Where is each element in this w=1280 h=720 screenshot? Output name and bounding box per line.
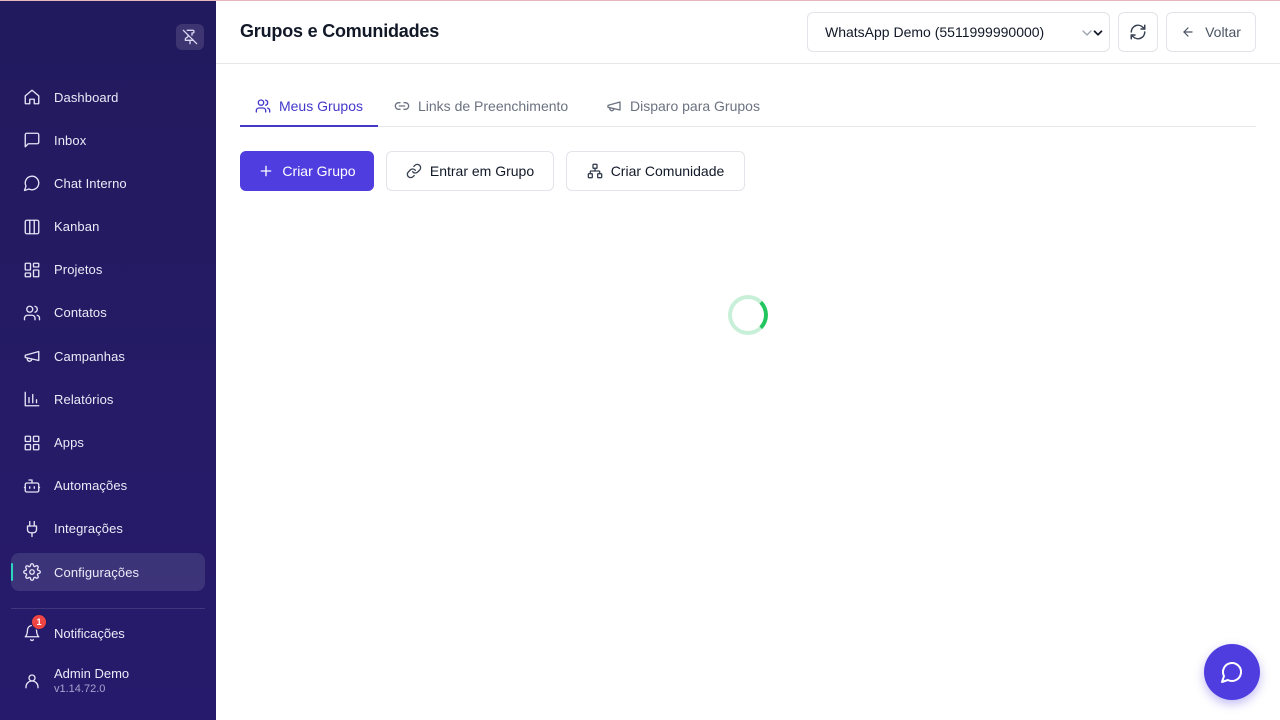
tab-label: Meus Grupos [278,98,364,114]
bot-icon [23,477,41,495]
tab-disparo-para-grupos[interactable]: Disparo para Grupos [606,86,760,126]
join-group-label: Entrar em Grupo [429,163,535,179]
create-community-label: Criar Comunidade [610,163,725,179]
pin-off-icon [182,29,198,45]
create-group-label: Criar Grupo [282,163,356,179]
sidebar-item-label: Chat Interno [54,175,127,191]
bar-chart-icon [23,390,41,408]
sidebar-item-label: Inbox [54,132,87,148]
layout-dashboard-icon [23,261,41,279]
sidebar-item-label: Contatos [54,305,107,321]
plus-icon [258,163,274,179]
page-title: Grupos e Comunidades [240,21,440,41]
grid-icon [23,434,41,452]
refresh-button[interactable] [1118,12,1158,52]
sidebar-item-label: Kanban [54,219,100,235]
sidebar-item-contatos[interactable]: Contatos [11,294,205,332]
loading-spinner [728,295,768,335]
link-icon [394,98,410,114]
refresh-icon [1130,24,1146,40]
user-icon [23,672,41,690]
sidebar-item-label: Projetos [54,262,103,278]
sidebar-item-inbox[interactable]: Inbox [11,121,205,159]
join-group-button[interactable]: Entrar em Grupo [386,151,554,191]
sidebar-item-label: Dashboard [54,89,119,105]
instance-select[interactable]: WhatsApp Demo (5511999990000) [807,12,1110,52]
megaphone-icon [23,347,41,365]
sidebar-item-label: Integrações [54,521,124,537]
page-header: Grupos e Comunidades WhatsApp Demo (5511… [216,0,1280,64]
network-icon [587,163,603,179]
top-border [0,0,1280,1]
tab-links-de-preenchimento[interactable]: Links de Preenchimento [394,86,568,126]
back-button[interactable]: Voltar [1166,12,1256,52]
users-icon [255,98,271,114]
notification-count-badge: 1 [31,614,47,630]
sidebar-item-configuracoes[interactable]: Configurações [11,553,205,592]
create-community-button[interactable]: Criar Comunidade [566,151,745,191]
sidebar-item-notificacoes[interactable]: 1 Notificações [11,614,205,652]
sidebar-item-automacoes[interactable]: Automações [11,467,205,505]
link-icon [406,163,422,179]
sidebar-item-projetos[interactable]: Projetos [11,251,205,289]
sidebar-item-label: Notificações [54,625,125,641]
tab-meus-grupos[interactable]: Meus Grupos [240,86,378,127]
tab-label: Disparo para Grupos [630,98,760,114]
tab-label: Links de Preenchimento [418,98,569,114]
sidebar-item-dashboard[interactable]: Dashboard [11,78,205,116]
sidebar-item-apps[interactable]: Apps [11,424,205,462]
sidebar-item-integracoes[interactable]: Integrações [11,510,205,548]
arrow-left-icon [1181,25,1195,39]
sidebar-nav: Dashboard Inbox Chat Interno Kanban Proj… [11,78,205,596]
app-version: v1.14.72.0 [54,683,106,695]
bell-icon: 1 [23,614,47,642]
plug-icon [23,520,41,538]
sidebar-item-chat-interno[interactable]: Chat Interno [11,164,205,202]
columns-icon [23,218,41,236]
sidebar-item-campanhas[interactable]: Campanhas [11,337,205,375]
sidebar-item-label: Automações [54,478,128,494]
pin-toggle-button[interactable] [176,24,204,50]
chevron-down-icon [1079,25,1105,41]
create-group-button[interactable]: Criar Grupo [240,151,374,191]
sidebar: Dashboard Inbox Chat Interno Kanban Proj… [0,0,216,720]
user-profile[interactable]: Admin Demo v1.14.72.0 [11,662,205,700]
message-circle-icon [23,174,41,192]
sidebar-item-relatorios[interactable]: Relatórios [11,380,205,418]
sidebar-item-label: Configurações [54,564,140,580]
back-label: Voltar [1205,24,1241,40]
sidebar-item-kanban[interactable]: Kanban [11,208,205,246]
tab-bar: Meus Grupos Links de Preenchimento Dispa… [240,86,1256,127]
instance-select-value: WhatsApp Demo (5511999990000) [825,24,1045,40]
user-name: Admin Demo [54,666,130,681]
message-square-icon [23,131,41,149]
settings-icon [23,563,41,581]
users-icon [23,304,41,322]
megaphone-icon [606,98,622,114]
chat-fab-button[interactable] [1204,644,1260,700]
home-icon [23,88,41,106]
sidebar-item-label: Campanhas [54,348,125,364]
sidebar-divider [11,608,205,609]
sidebar-item-label: Apps [54,435,85,450]
message-circle-icon [1221,662,1242,683]
user-info: Admin Demo v1.14.72.0 [54,666,129,696]
sidebar-item-label: Relatórios [54,391,114,407]
